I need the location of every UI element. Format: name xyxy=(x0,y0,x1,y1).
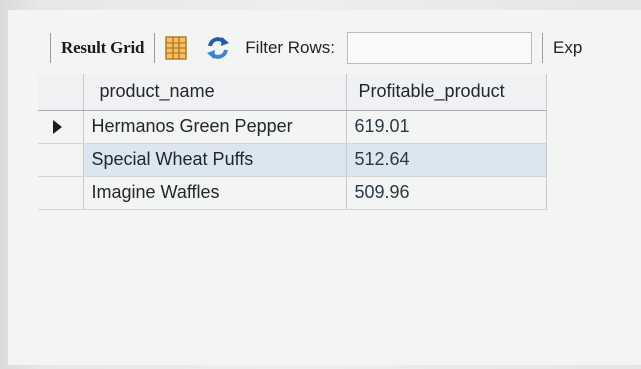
cell-product-name[interactable]: Imagine Waffles xyxy=(83,176,347,210)
toolbar-separator xyxy=(50,33,51,63)
column-header-product-name[interactable]: product_name xyxy=(83,74,347,111)
cell-product-name[interactable]: Hermanos Green Pepper xyxy=(83,110,347,144)
cell-profitable-product[interactable]: 512.64 xyxy=(346,143,547,177)
toolbar-separator xyxy=(154,33,156,63)
result-toolbar: Result Grid Filter Rows: Exp xyxy=(40,24,641,72)
table-row[interactable]: Imagine Waffles 509.96 xyxy=(38,176,547,210)
column-header-profitable-product[interactable]: Profitable_product xyxy=(346,74,547,111)
filter-rows-label: Filter Rows: xyxy=(245,38,336,57)
photo-frame: Result Grid Filter Rows: Exp product_nam… xyxy=(0,0,641,369)
cell-profitable-product[interactable]: 619.01 xyxy=(346,110,547,144)
current-row-arrow-icon xyxy=(53,119,62,134)
table-header-row: product_name Profitable_product xyxy=(38,74,547,111)
filter-rows-input[interactable] xyxy=(347,32,533,64)
refresh-icon[interactable] xyxy=(205,35,231,61)
row-marker-header xyxy=(38,74,84,111)
table-row[interactable]: Hermanos Green Pepper 619.01 xyxy=(38,110,547,144)
cell-product-name[interactable]: Special Wheat Puffs xyxy=(83,143,347,177)
toolbar-separator xyxy=(542,33,544,63)
export-label[interactable]: Exp xyxy=(553,38,582,58)
result-table: product_name Profitable_product Hermanos… xyxy=(38,74,547,210)
table-row[interactable]: Special Wheat Puffs 512.64 xyxy=(38,143,547,177)
row-marker[interactable] xyxy=(38,110,84,144)
cell-profitable-product[interactable]: 509.96 xyxy=(346,176,547,210)
row-marker[interactable] xyxy=(38,176,84,210)
result-grid-tab[interactable]: Result Grid xyxy=(61,38,144,58)
grid-toggle-icon[interactable] xyxy=(165,36,188,60)
row-marker[interactable] xyxy=(38,143,84,177)
